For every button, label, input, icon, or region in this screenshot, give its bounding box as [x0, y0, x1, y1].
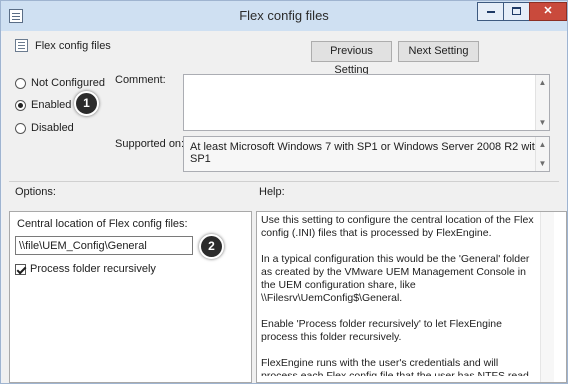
step-badge: 1	[74, 91, 99, 116]
scroll-up-icon[interactable]: ▲	[536, 138, 549, 151]
step-badge: 2	[199, 234, 224, 259]
help-paragraph: FlexEngine runs with the user's credenti…	[261, 357, 529, 376]
comment-textarea[interactable]: ▲ ▼	[183, 74, 550, 131]
supported-on-value: At least Microsoft Windows 7 with SP1 or…	[190, 141, 541, 165]
radio-label: Enabled	[31, 99, 72, 111]
radio-circle-icon	[15, 122, 26, 134]
policy-window: Flex config files ✕ Flex config files Pr…	[0, 0, 568, 384]
help-paragraph: Enable 'Process folder recursively' to l…	[261, 318, 502, 343]
minimize-icon	[486, 11, 495, 14]
setting-doc-icon	[15, 39, 28, 52]
radio-disabled[interactable]: Disabled	[15, 122, 74, 134]
comment-scrollbar[interactable]: ▲ ▼	[535, 75, 549, 130]
checkbox-checked-icon	[15, 263, 26, 275]
help-paragraph: Use this setting to configure the centra…	[261, 214, 534, 239]
process-recursively-checkbox[interactable]: Process folder recursively	[15, 263, 156, 275]
minimize-button[interactable]	[477, 2, 504, 21]
help-scrollbar[interactable]	[540, 212, 554, 382]
help-label: Help:	[259, 186, 285, 198]
central-location-input[interactable]	[15, 236, 193, 255]
scroll-up-icon[interactable]: ▲	[536, 76, 549, 89]
checkbox-label: Process folder recursively	[30, 263, 156, 275]
maximize-icon	[512, 7, 521, 16]
maximize-button[interactable]	[503, 2, 530, 21]
supported-on-field: At least Microsoft Windows 7 with SP1 or…	[183, 136, 550, 172]
help-paragraph: In a typical configuration this would be…	[261, 253, 530, 304]
previous-setting-button[interactable]: Previous Setting	[311, 41, 392, 76]
supported-scrollbar[interactable]: ▲ ▼	[535, 137, 549, 171]
radio-selected-icon	[15, 99, 26, 111]
radio-circle-icon	[15, 77, 26, 89]
close-icon: ✕	[543, 5, 553, 17]
setting-name: Flex config files	[35, 40, 111, 52]
radio-not-configured[interactable]: Not Configured	[15, 77, 105, 89]
scroll-down-icon[interactable]: ▼	[536, 116, 549, 129]
section-divider	[9, 181, 559, 182]
next-setting-button[interactable]: Next Setting	[398, 41, 479, 62]
radio-label: Disabled	[31, 122, 74, 134]
radio-enabled[interactable]: Enabled	[15, 99, 71, 111]
close-button[interactable]: ✕	[529, 2, 567, 21]
title-bar: Flex config files ✕	[1, 1, 567, 31]
options-label: Options:	[15, 186, 56, 198]
radio-label: Not Configured	[31, 77, 105, 89]
supported-on-label: Supported on:	[115, 138, 185, 150]
comment-label: Comment:	[115, 74, 166, 86]
help-text: Use this setting to configure the centra…	[261, 214, 537, 376]
central-location-label: Central location of Flex config files:	[17, 218, 188, 230]
scroll-down-icon[interactable]: ▼	[536, 157, 549, 170]
